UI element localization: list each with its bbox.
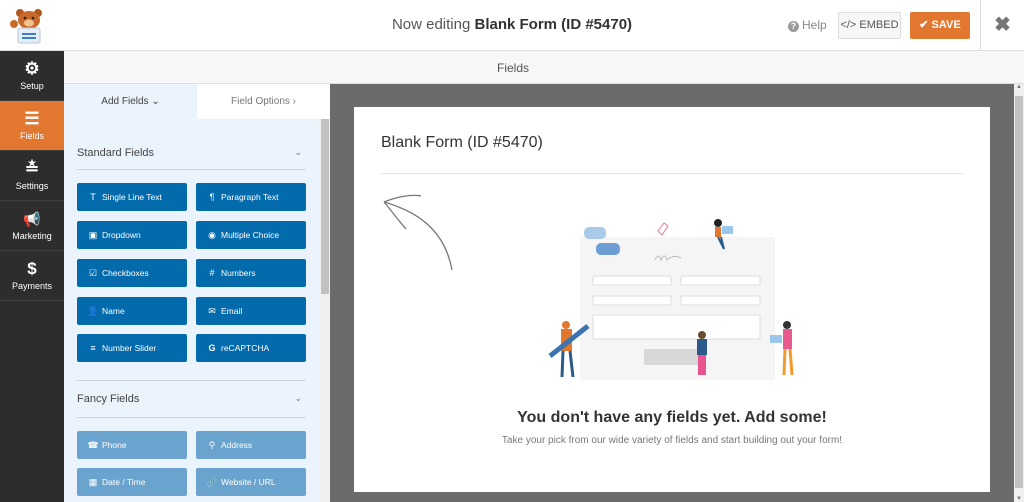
empty-state-text: Take your pick from our wide variety of … [501, 435, 843, 446]
help-link[interactable]: ? Help [788, 18, 827, 32]
standard-fields-header[interactable]: Standard Fields ⌄ [77, 147, 306, 159]
panel-scrollbar[interactable] [320, 119, 330, 502]
panel-tabs: Add Fields ⌄ Field Options › [64, 84, 330, 119]
help-icon: ? [788, 21, 799, 32]
divider [77, 417, 306, 418]
text-icon: T [90, 192, 96, 202]
sidebar-item-label: Setup [20, 81, 44, 91]
fancy-fields-header[interactable]: Fancy Fields ⌄ [77, 393, 306, 405]
empty-form-illustration [548, 219, 794, 380]
checkbox-icon: ☑ [88, 268, 98, 278]
field-button-single-line-text[interactable]: T Single Line Text [77, 183, 187, 211]
phone-icon: ☎ [87, 440, 99, 450]
field-button-label: Date / Time [102, 477, 146, 487]
scroll-down-arrow-icon[interactable]: ▼ [1014, 496, 1024, 502]
radio-icon: ◉ [208, 230, 216, 240]
field-button-checkboxes[interactable]: ☑ Checkboxes [77, 259, 187, 287]
field-button-label: Multiple Choice [221, 230, 280, 240]
section-title: Fields [497, 61, 530, 75]
map-pin-icon: ⚲ [208, 440, 216, 450]
tab-add-fields[interactable]: Add Fields ⌄ [64, 84, 197, 119]
field-button-label: Single Line Text [102, 192, 162, 202]
section-bar: Fields [64, 51, 1024, 84]
sidebar-item-label: Payments [11, 281, 53, 291]
field-button-date-time[interactable]: ▦ Date / Time [77, 468, 187, 496]
scroll-up-arrow-icon[interactable]: ▲ [1014, 84, 1024, 90]
field-button-label: Dropdown [102, 230, 141, 240]
chevron-down-icon: ⌄ [294, 147, 302, 157]
field-button-label: Name [102, 306, 125, 316]
field-button-numbers[interactable]: # Numbers [196, 259, 306, 287]
megaphone-icon: 📢 [23, 211, 41, 227]
tab-field-options[interactable]: Field Options › [197, 84, 330, 119]
field-button-label: Website / URL [221, 477, 276, 487]
paragraph-icon: ¶ [209, 192, 215, 202]
fields-list-icon: ☰ [24, 109, 40, 128]
help-label: Help [802, 18, 827, 32]
field-button-address[interactable]: ⚲ Address [196, 431, 306, 459]
divider [77, 380, 306, 381]
dropdown-icon: ▣ [88, 230, 98, 240]
sidebar: ⚙ Setup ☰ Fields ≛ Settings 📢 Marketing $ Pay… [0, 51, 64, 502]
field-button-phone[interactable]: ☎ Phone [77, 431, 187, 459]
sidebar-item-setup[interactable]: ⚙ Setup [0, 51, 64, 101]
field-button-label: Numbers [221, 268, 256, 278]
dollar-icon: $ [27, 259, 37, 278]
field-button-email[interactable]: ✉ Email [196, 297, 306, 325]
divider [381, 173, 963, 174]
field-button-paragraph-text[interactable]: ¶ Paragraph Text [196, 183, 306, 211]
google-icon: G [208, 343, 216, 353]
field-button-label: Address [221, 440, 253, 450]
field-button-recaptcha[interactable]: GreCAPTCHA [196, 334, 306, 362]
sidebar-item-label: Marketing [12, 231, 52, 241]
sidebar-item-marketing[interactable]: 📢 Marketing [0, 201, 64, 251]
field-button-label: reCAPTCHA [221, 343, 270, 353]
embed-button[interactable]: </> EMBED [838, 12, 901, 39]
panel-scrollbar-thumb[interactable] [321, 119, 329, 294]
fancy-fields-title: Fancy Fields [77, 393, 140, 405]
link-icon: 🔗 [206, 477, 218, 487]
form-title: Blank Form (ID #5470) [381, 134, 543, 151]
form-preview: Blank Form (ID #5470) You don't have any… [354, 107, 990, 492]
field-button-label: Paragraph Text [221, 192, 279, 202]
sidebar-item-settings[interactable]: ≛ Settings [0, 151, 64, 201]
save-button[interactable]: ✔ SAVE [910, 12, 970, 39]
close-icon[interactable]: ✖ [980, 0, 1024, 51]
divider [77, 169, 306, 170]
preview-scrollbar[interactable]: ▲ ▼ [1014, 84, 1024, 502]
chevron-down-icon: ⌄ [294, 393, 302, 403]
calendar-icon: ▦ [88, 477, 98, 487]
sliders-icon: ≛ [24, 159, 40, 178]
field-button-label: Email [221, 306, 243, 316]
field-button-name[interactable]: 👤 Name [77, 297, 187, 325]
envelope-icon: ✉ [208, 306, 216, 316]
sidebar-item-payments[interactable]: $ Payments [0, 251, 64, 301]
field-button-label: Checkboxes [102, 268, 149, 278]
field-button-label: Phone [102, 440, 127, 450]
preview-scrollbar-thumb[interactable] [1015, 96, 1023, 488]
sidebar-item-label: Fields [19, 131, 44, 141]
field-button-dropdown[interactable]: ▣ Dropdown [77, 221, 187, 249]
sidebar-item-label: Settings [15, 181, 49, 191]
fields-panel: Add Fields ⌄ Field Options › Standard Fi… [64, 84, 330, 502]
empty-state-heading: You don't have any fields yet. Add some! [517, 409, 827, 426]
field-button-website-url[interactable]: 🔗 Website / URL [196, 468, 306, 496]
gear-icon: ⚙ [24, 59, 40, 78]
standard-fields-title: Standard Fields [77, 147, 155, 159]
hand-drawn-arrow-icon [383, 194, 453, 271]
hash-icon: # [209, 268, 215, 278]
sidebar-item-fields[interactable]: ☰ Fields [0, 101, 64, 151]
field-button-number-slider[interactable]: ≡ Number Slider [77, 334, 187, 362]
field-button-multiple-choice[interactable]: ◉ Multiple Choice [196, 221, 306, 249]
user-icon: 👤 [87, 306, 99, 316]
form-name: Blank Form (ID #5470) [474, 16, 633, 33]
top-bar: Now editing Blank Form (ID #5470) ? Help … [0, 0, 1024, 51]
title-prefix: Now editing [391, 16, 471, 33]
slider-icon: ≡ [90, 343, 96, 353]
field-button-label: Number Slider [102, 343, 157, 353]
